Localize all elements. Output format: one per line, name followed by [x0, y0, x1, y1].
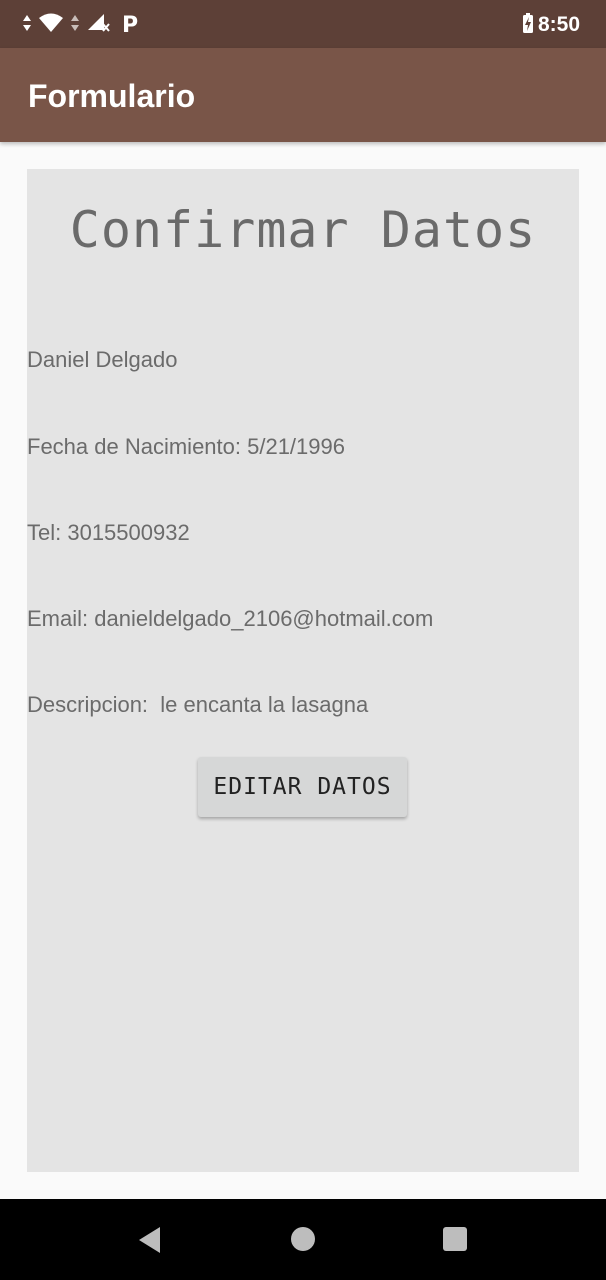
- email-text: Email: danieldelgado_2106@hotmail.com: [27, 606, 434, 631]
- confirmation-panel: Confirmar Datos Daniel Delgado Fecha de …: [27, 169, 579, 1172]
- status-left-icons: P: [22, 12, 138, 38]
- app-title: Formulario: [28, 78, 196, 114]
- back-icon[interactable]: [138, 1226, 162, 1259]
- battery-charging-icon: [522, 12, 534, 39]
- app-bar: Formulario: [0, 48, 606, 142]
- wifi-icon: [38, 13, 64, 38]
- status-bar: P 8:50: [0, 0, 606, 48]
- status-right: 8:50: [522, 12, 580, 38]
- signal-icon: [86, 12, 110, 39]
- navigation-bar: [0, 1199, 606, 1280]
- signal-arrows-icon: [70, 14, 80, 37]
- status-time: 8:50: [537, 13, 580, 36]
- phone-text: Tel: 3015500932: [27, 520, 190, 545]
- data-arrows-icon: [22, 14, 32, 37]
- birth-date-text: Fecha de Nacimiento: 5/21/1996: [27, 434, 345, 459]
- edit-data-button[interactable]: EDITAR DATOS: [198, 757, 407, 817]
- description-text: Descripcion: le encanta la lasagna: [27, 692, 369, 717]
- page-heading: Confirmar Datos: [69, 201, 537, 259]
- name-text: Daniel Delgado: [27, 347, 178, 372]
- home-icon[interactable]: [291, 1227, 315, 1251]
- parking-notification-icon: P: [122, 12, 139, 38]
- recents-icon[interactable]: [443, 1227, 467, 1251]
